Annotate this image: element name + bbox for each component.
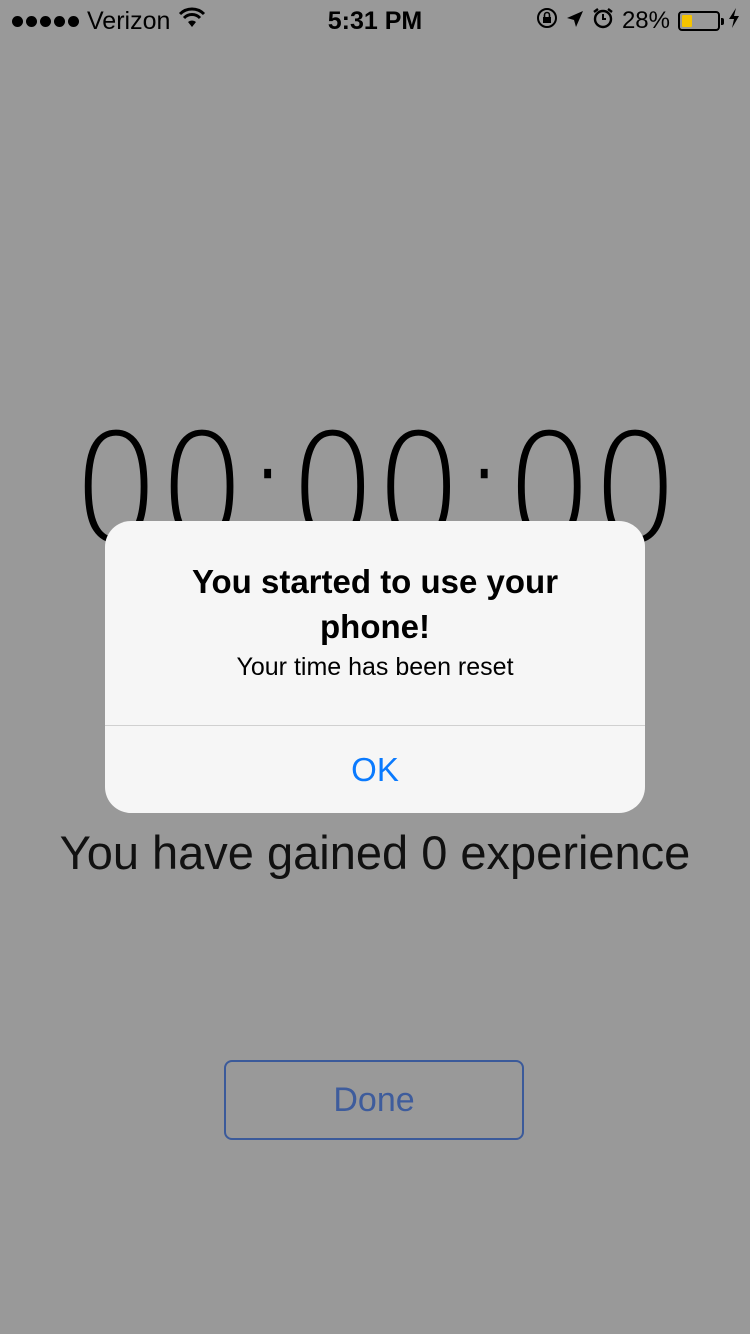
status-bar-right: 28% (536, 4, 740, 38)
location-icon (566, 7, 584, 35)
experience-text: You have gained 0 experience (59, 826, 691, 879)
battery-level-fill (682, 15, 692, 27)
alert-ok-button[interactable]: OK (105, 726, 645, 813)
status-bar: Verizon 5:31 PM 28% (0, 0, 750, 40)
charging-icon (728, 7, 740, 36)
rotation-lock-icon (536, 7, 558, 36)
alarm-icon (592, 7, 614, 36)
done-button[interactable]: Done (224, 1060, 524, 1140)
alert-message: Your time has been reset (236, 653, 514, 681)
battery-percent: 28% (621, 7, 670, 34)
battery-icon (678, 11, 724, 31)
alert-dialog: You started to use your phone! Your time… (105, 521, 645, 813)
alert-title: You started to use your phone! (191, 563, 559, 645)
